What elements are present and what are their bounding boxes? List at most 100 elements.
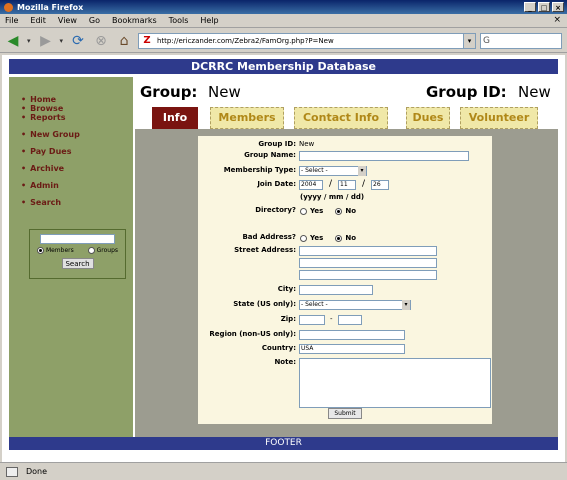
submit-button[interactable]: Submit — [328, 408, 362, 419]
tab-volunteer[interactable]: Volunteer — [460, 107, 538, 129]
home-icon[interactable]: ⌂ — [115, 32, 133, 50]
radio-groups-dot[interactable] — [87, 247, 95, 254]
region-input[interactable] — [299, 330, 405, 340]
street-address-line1[interactable] — [299, 246, 437, 256]
sidebar-item-browse[interactable]: • Browse — [21, 104, 133, 113]
tab-dues[interactable]: Dues — [406, 107, 450, 129]
region-label: Region (non-US only): — [209, 330, 296, 338]
firefox-icon — [4, 2, 13, 12]
back-dropdown-icon[interactable]: ▾ — [27, 37, 31, 45]
group-label: Group: — [140, 83, 198, 101]
forward-dropdown-icon[interactable]: ▾ — [60, 37, 64, 45]
zip-ext-input[interactable] — [338, 315, 362, 325]
stop-icon[interactable]: ⊗ — [92, 32, 110, 50]
sidebar-item-admin[interactable]: • Admin — [21, 181, 133, 190]
note-textarea[interactable] — [299, 358, 491, 408]
close-button[interactable]: × — [552, 2, 564, 12]
street-address-line2[interactable] — [299, 258, 437, 268]
city-input[interactable] — [299, 285, 373, 295]
street-address-label: Street Address: — [234, 246, 296, 254]
menu-help[interactable]: Help — [200, 16, 218, 25]
maximize-button[interactable]: □ — [538, 2, 550, 12]
address-bar[interactable]: Z ▾ — [138, 33, 476, 49]
forward-arrow-icon[interactable]: ▶ — [37, 32, 55, 50]
membership-type-label: Membership Type: — [223, 166, 296, 174]
country-input[interactable]: USA — [299, 344, 405, 354]
bullet-icon: • — [21, 130, 27, 139]
state-label: State (US only): — [233, 300, 296, 308]
minimize-button[interactable]: _ — [524, 2, 536, 12]
zip-input[interactable] — [299, 315, 325, 325]
join-day-input[interactable]: 26 — [371, 180, 389, 190]
menu-tools[interactable]: Tools — [169, 16, 189, 25]
google-search-icon: G — [483, 36, 490, 46]
group-id-label: Group ID: — [426, 83, 507, 101]
bad-address-no-radio[interactable] — [335, 234, 343, 242]
country-label: Country: — [261, 344, 296, 352]
directory-yes-radio[interactable] — [300, 207, 307, 215]
close-tab-icon[interactable]: × — [553, 15, 561, 25]
bullet-icon: • — [21, 164, 27, 173]
menu-edit[interactable]: Edit — [30, 16, 46, 25]
page-banner: DCRRC Membership Database — [9, 59, 558, 74]
menu-view[interactable]: View — [58, 16, 77, 25]
sidebar-item-archive[interactable]: • Archive — [21, 164, 133, 173]
window-titlebar: Mozilla Firefox _ □ × — [0, 0, 567, 14]
group-name-input[interactable] — [299, 151, 469, 161]
bad-address-yes-label: Yes — [310, 234, 324, 242]
browser-search-box[interactable]: G — [480, 33, 562, 49]
window-title: Mozilla Firefox — [17, 2, 84, 12]
sidebar-item-reports[interactable]: • Reports — [21, 113, 133, 122]
sidebar-item-new-group[interactable]: • New Group — [21, 130, 133, 139]
zip-dash: - — [330, 315, 333, 323]
radio-members-dot[interactable] — [36, 247, 44, 254]
join-year-input[interactable]: 2004 — [299, 180, 323, 190]
sidebar-item-search[interactable]: • Search — [21, 198, 133, 207]
city-label: City: — [277, 285, 296, 293]
url-input[interactable] — [157, 37, 467, 45]
sidebar-search-panel: Members Groups Search — [29, 229, 126, 279]
site-favicon-icon: Z — [140, 34, 154, 48]
menu-bookmarks[interactable]: Bookmarks — [112, 16, 157, 25]
sidebar-search-button[interactable]: Search — [61, 258, 94, 269]
status-bar: Done — [0, 462, 567, 480]
group-id-field-value: New — [299, 140, 315, 148]
sidebar-item-home[interactable]: • Home — [21, 95, 133, 104]
content-area: Group ID: New Group Name: Membership Typ… — [135, 129, 558, 437]
sidebar-search-input[interactable] — [40, 234, 115, 244]
tab-members[interactable]: Members — [210, 107, 284, 129]
tab-info[interactable]: Info — [152, 107, 198, 129]
status-icon — [6, 466, 18, 477]
menu-file[interactable]: File — [5, 16, 18, 25]
radio-members[interactable]: Members — [36, 247, 74, 254]
zip-label: Zip: — [280, 315, 296, 323]
membership-type-select[interactable]: - Select - — [299, 166, 367, 176]
url-dropdown-icon[interactable]: ▾ — [463, 34, 475, 48]
group-info-form: Group ID: New Group Name: Membership Typ… — [198, 136, 492, 424]
join-month-input[interactable]: 11 — [338, 180, 356, 190]
tab-contact-info[interactable]: Contact Info — [294, 107, 388, 129]
date-separator: / — [329, 179, 333, 189]
bullet-icon: • — [21, 113, 27, 122]
bad-address-yes-radio[interactable] — [300, 234, 307, 242]
reload-icon[interactable]: ⟳ — [69, 32, 87, 50]
sidebar-item-pay-dues[interactable]: • Pay Dues — [21, 147, 133, 156]
bad-address-label: Bad Address? — [242, 233, 296, 241]
directory-label: Directory? — [255, 206, 296, 214]
state-select[interactable]: - Select - — [299, 300, 411, 310]
bullet-icon: • — [21, 95, 27, 104]
bullet-icon: • — [21, 181, 27, 190]
date-separator: / — [362, 179, 366, 189]
directory-no-radio[interactable] — [335, 207, 343, 215]
note-label: Note: — [274, 358, 296, 366]
group-id-field-label: Group ID: — [258, 140, 296, 148]
bad-address-no-label: No — [345, 234, 357, 242]
menu-go[interactable]: Go — [89, 16, 100, 25]
street-address-line3[interactable] — [299, 270, 437, 280]
group-id-value: New — [518, 83, 551, 101]
bullet-icon: • — [21, 104, 27, 113]
sidebar: • Home • Browse • Reports • New Group • Pay D… — [9, 77, 133, 437]
radio-groups[interactable]: Groups — [87, 247, 118, 254]
page-footer: FOOTER — [9, 437, 558, 450]
back-arrow-icon[interactable]: ◀ — [4, 32, 22, 50]
